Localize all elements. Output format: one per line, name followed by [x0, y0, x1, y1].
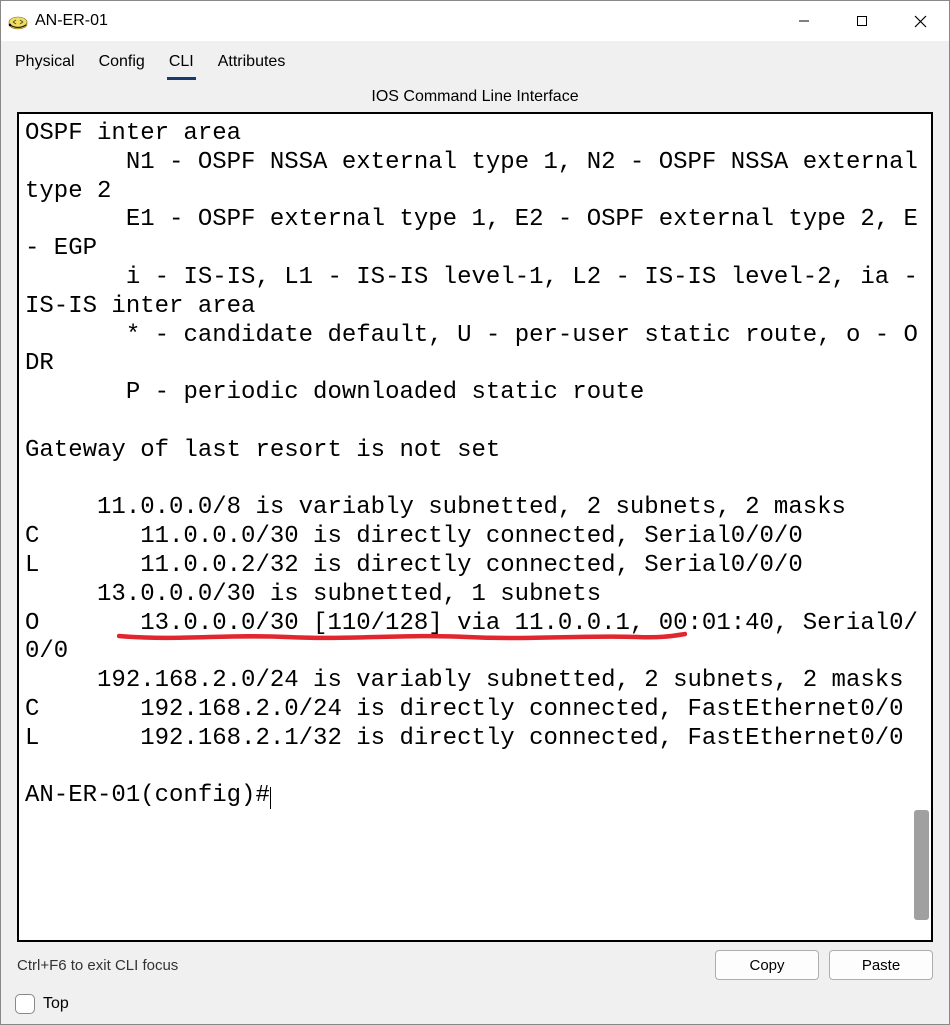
tab-cli[interactable]: CLI [167, 49, 196, 80]
tab-config[interactable]: Config [97, 49, 147, 80]
window-root: AN-ER-01 Physical Config CLI Attributes … [0, 0, 950, 1025]
minimize-button[interactable] [775, 1, 833, 41]
tab-attributes[interactable]: Attributes [216, 49, 288, 80]
window-title: AN-ER-01 [35, 12, 108, 30]
top-checkbox[interactable] [15, 994, 35, 1014]
footer-row: Top [1, 988, 949, 1024]
scrollbar-thumb[interactable] [914, 810, 929, 920]
maximize-button[interactable] [833, 1, 891, 41]
paste-button[interactable]: Paste [829, 950, 933, 980]
window-controls [775, 1, 949, 41]
tab-physical[interactable]: Physical [13, 49, 77, 80]
cli-terminal[interactable]: OSPF inter area N1 - OSPF NSSA external … [19, 114, 931, 940]
titlebar: AN-ER-01 [1, 1, 949, 41]
cli-output: OSPF inter area N1 - OSPF NSSA external … [25, 120, 931, 809]
content-area: Physical Config CLI Attributes IOS Comma… [1, 41, 949, 1024]
copy-button[interactable]: Copy [715, 950, 819, 980]
cli-subtitle: IOS Command Line Interface [1, 80, 949, 112]
tabstrip: Physical Config CLI Attributes [1, 41, 949, 80]
top-checkbox-label: Top [43, 995, 69, 1013]
help-row: Ctrl+F6 to exit CLI focus Copy Paste [1, 942, 949, 988]
router-icon [7, 10, 29, 32]
close-button[interactable] [891, 1, 949, 41]
cli-container: OSPF inter area N1 - OSPF NSSA external … [17, 112, 933, 942]
cli-focus-hint: Ctrl+F6 to exit CLI focus [17, 957, 178, 974]
cli-cursor [270, 787, 271, 809]
